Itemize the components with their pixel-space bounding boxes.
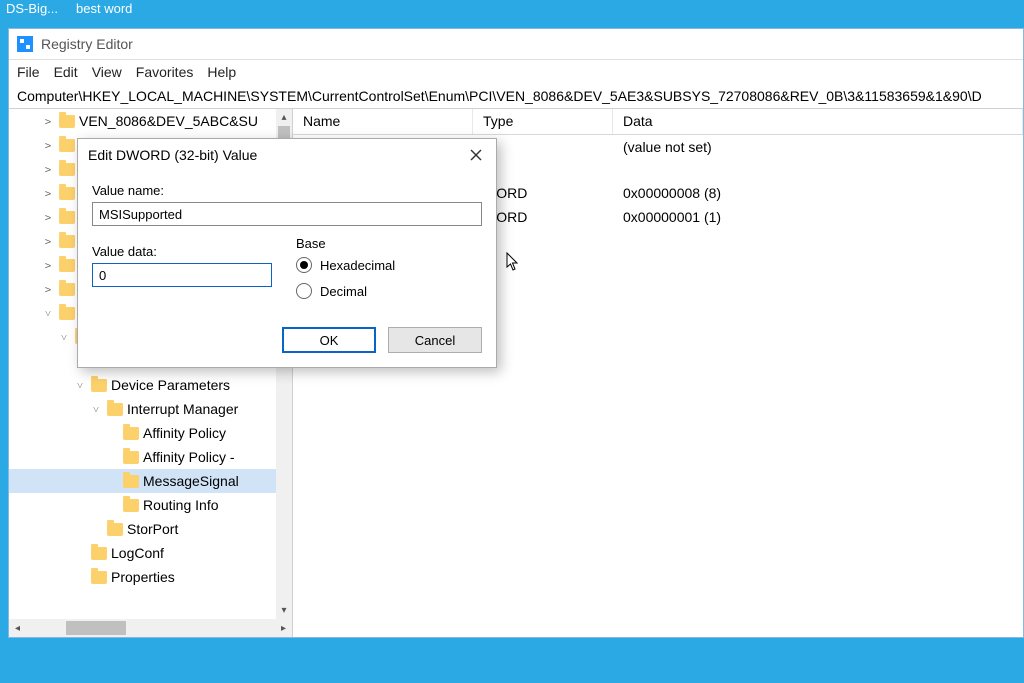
tree-label: Affinity Policy bbox=[143, 425, 226, 441]
menu-favorites[interactable]: Favorites bbox=[136, 64, 194, 80]
tree-horizontal-scrollbar[interactable]: ◂ ▸ bbox=[9, 619, 292, 637]
folder-icon bbox=[59, 211, 75, 224]
address-text: Computer\HKEY_LOCAL_MACHINE\SYSTEM\Curre… bbox=[17, 88, 982, 104]
tree-label: Device Parameters bbox=[111, 377, 230, 393]
tree-row[interactable]: MessageSignal bbox=[9, 469, 276, 493]
tree-row[interactable]: ˅ Device Parameters bbox=[9, 373, 276, 397]
cancel-button[interactable]: Cancel bbox=[388, 327, 482, 353]
list-header[interactable]: Name Type Data bbox=[293, 109, 1023, 135]
folder-icon bbox=[59, 187, 75, 200]
chevron-right-icon[interactable]: > bbox=[41, 283, 55, 296]
cell-data: 0x00000008 (8) bbox=[613, 183, 1023, 203]
window-title: Registry Editor bbox=[41, 36, 133, 52]
tree-label: Interrupt Manager bbox=[127, 401, 238, 417]
dialog-title: Edit DWORD (32-bit) Value bbox=[88, 147, 257, 163]
value-name-label: Value name: bbox=[92, 183, 482, 198]
desktop-taskbar: DS-Big... best word bbox=[0, 0, 1024, 20]
radio-decimal-label: Decimal bbox=[320, 284, 367, 299]
folder-icon bbox=[59, 139, 75, 152]
radio-dot-icon bbox=[296, 257, 312, 273]
chevron-right-icon[interactable]: > bbox=[41, 139, 55, 152]
chevron-down-icon[interactable]: ˅ bbox=[73, 379, 87, 392]
base-group-label: Base bbox=[296, 236, 482, 251]
chevron-right-icon[interactable]: > bbox=[41, 187, 55, 200]
tree-label: Routing Info bbox=[143, 497, 219, 513]
col-name-header[interactable]: Name bbox=[293, 109, 473, 134]
scroll-thumb-h[interactable] bbox=[66, 621, 126, 635]
folder-icon bbox=[91, 547, 107, 560]
scroll-right-icon[interactable]: ▸ bbox=[275, 619, 292, 637]
scroll-left-icon[interactable]: ◂ bbox=[9, 619, 26, 637]
folder-icon bbox=[107, 403, 123, 416]
tree-row[interactable]: > VEN_8086&DEV_5ABC&SU bbox=[9, 109, 276, 133]
folder-icon bbox=[107, 523, 123, 536]
folder-icon bbox=[123, 427, 139, 440]
address-bar[interactable]: Computer\HKEY_LOCAL_MACHINE\SYSTEM\Curre… bbox=[9, 84, 1023, 109]
tree-row[interactable]: Affinity Policy bbox=[9, 421, 276, 445]
cell-data: 0x00000001 (1) bbox=[613, 207, 1023, 227]
dialog-titlebar[interactable]: Edit DWORD (32-bit) Value bbox=[78, 139, 496, 171]
menu-view[interactable]: View bbox=[92, 64, 122, 80]
radio-decimal[interactable]: Decimal bbox=[296, 283, 482, 299]
scroll-down-icon[interactable]: ▾ bbox=[276, 602, 292, 619]
chevron-right-icon[interactable]: > bbox=[41, 235, 55, 248]
value-data-label: Value data: bbox=[92, 244, 272, 259]
tree-label: MessageSignal bbox=[143, 473, 239, 489]
tree-row[interactable]: Properties bbox=[9, 565, 276, 589]
tree-label: VEN_8086&DEV_5ABC&SU bbox=[79, 113, 258, 129]
tree-label: StorPort bbox=[127, 521, 178, 537]
tree-label: Properties bbox=[111, 569, 175, 585]
ok-button[interactable]: OK bbox=[282, 327, 376, 353]
folder-icon bbox=[123, 499, 139, 512]
chevron-down-icon[interactable]: ˅ bbox=[89, 403, 103, 416]
window-titlebar[interactable]: Registry Editor bbox=[9, 29, 1023, 60]
chevron-right-icon[interactable]: > bbox=[41, 259, 55, 272]
folder-icon bbox=[91, 379, 107, 392]
folder-icon bbox=[59, 115, 75, 128]
value-name-input[interactable] bbox=[92, 202, 482, 226]
tree-label: LogConf bbox=[111, 545, 164, 561]
value-data-input[interactable] bbox=[92, 263, 272, 287]
radio-hexadecimal[interactable]: Hexadecimal bbox=[296, 257, 482, 273]
menu-file[interactable]: File bbox=[17, 64, 40, 80]
folder-icon bbox=[123, 451, 139, 464]
menubar: File Edit View Favorites Help bbox=[9, 60, 1023, 84]
taskbar-item[interactable]: best word bbox=[76, 1, 132, 19]
menu-edit[interactable]: Edit bbox=[54, 64, 78, 80]
radio-dot-icon bbox=[296, 283, 312, 299]
taskbar-item[interactable]: DS-Big... bbox=[6, 1, 58, 19]
col-type-header[interactable]: Type bbox=[473, 109, 613, 134]
tree-row[interactable]: Routing Info bbox=[9, 493, 276, 517]
folder-icon bbox=[59, 283, 75, 296]
chevron-right-icon[interactable]: > bbox=[41, 211, 55, 224]
tree-row[interactable]: StorPort bbox=[9, 517, 276, 541]
folder-icon bbox=[123, 475, 139, 488]
chevron-down-icon[interactable]: ˅ bbox=[41, 307, 55, 320]
scroll-up-icon[interactable]: ▴ bbox=[276, 109, 292, 126]
chevron-down-icon[interactable]: ˅ bbox=[57, 331, 71, 344]
folder-icon bbox=[59, 235, 75, 248]
cell-data: (value not set) bbox=[613, 137, 1023, 157]
edit-dword-dialog: Edit DWORD (32-bit) Value Value name: Va… bbox=[77, 138, 497, 368]
folder-icon bbox=[59, 163, 75, 176]
tree-row[interactable]: LogConf bbox=[9, 541, 276, 565]
folder-icon bbox=[59, 307, 75, 320]
menu-help[interactable]: Help bbox=[207, 64, 236, 80]
tree-row[interactable]: Affinity Policy - bbox=[9, 445, 276, 469]
chevron-right-icon[interactable]: > bbox=[41, 163, 55, 176]
close-icon[interactable] bbox=[466, 145, 486, 165]
tree-row[interactable]: ˅ Interrupt Manager bbox=[9, 397, 276, 421]
folder-icon bbox=[91, 571, 107, 584]
regedit-icon bbox=[17, 36, 33, 52]
folder-icon bbox=[59, 259, 75, 272]
tree-label: Affinity Policy - bbox=[143, 449, 235, 465]
chevron-right-icon[interactable]: > bbox=[41, 115, 55, 128]
radio-hexadecimal-label: Hexadecimal bbox=[320, 258, 395, 273]
col-data-header[interactable]: Data bbox=[613, 109, 1023, 134]
